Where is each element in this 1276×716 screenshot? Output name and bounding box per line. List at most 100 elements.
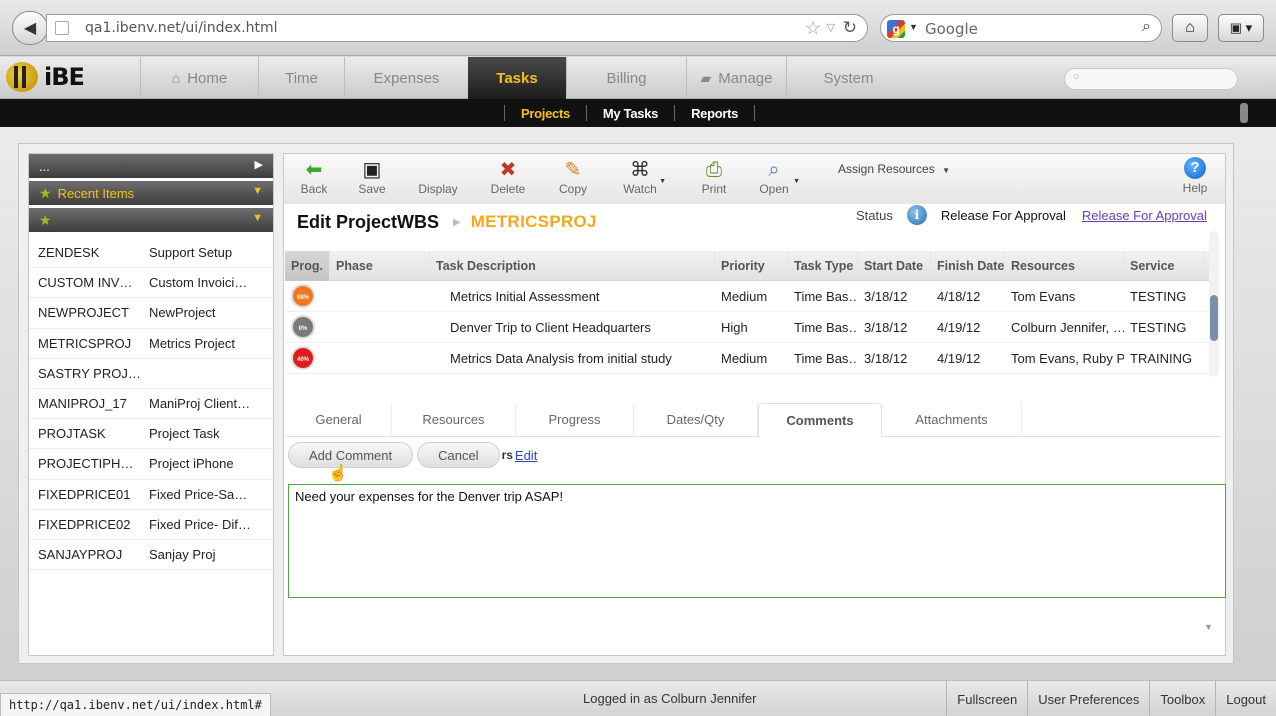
task-grid: Prog. Phase Task Description Priority Ta… — [285, 250, 1209, 374]
scroll-down-arrow-icon[interactable]: ▼ — [1204, 622, 1213, 632]
subnav-my-tasks[interactable]: My Tasks — [587, 106, 674, 121]
column-header[interactable]: Task Type — [788, 250, 858, 281]
cell-service: TRAINING — [1130, 350, 1193, 366]
sidebar-header-more[interactable]: ... ▶ — [29, 154, 273, 178]
tab-comments[interactable]: Comments — [758, 403, 882, 437]
column-header[interactable]: Task Description — [430, 250, 715, 281]
grid-scrollbar-thumb[interactable] — [1210, 295, 1218, 341]
progress-indicator: 68% — [291, 284, 315, 308]
home-icon[interactable]: ⌂ — [1172, 14, 1208, 42]
copy-button[interactable]: ✎ Copy — [545, 156, 601, 202]
url-text[interactable]: qa1.ibenv.net/ui/index.html — [85, 20, 278, 36]
release-for-approval-link[interactable]: Release For Approval — [1082, 208, 1207, 223]
web-search-placeholder[interactable]: Google — [925, 20, 978, 38]
hand-cursor-icon: ☝ — [328, 465, 348, 482]
address-bar[interactable]: qa1.ibenv.net/ui/index.html ☆ ▽ ↻ — [46, 14, 868, 42]
add-comment-button[interactable]: Add Comment — [288, 442, 414, 468]
search-engine-logo[interactable]: g — [887, 20, 905, 38]
open-dropdown-icon[interactable]: ▼ — [793, 178, 800, 185]
nav-billing[interactable]: Billing — [566, 57, 686, 99]
watch-dropdown-icon[interactable]: ▼ — [659, 178, 666, 185]
column-header[interactable]: Start Date — [858, 250, 931, 281]
list-item[interactable]: METRICSPROJ Metrics Project — [29, 329, 273, 359]
tab-attachments[interactable]: Attachments — [882, 403, 1022, 436]
list-item[interactable]: FIXEDPRICE02 Fixed Price- Dif… — [29, 510, 273, 540]
back-arrow-icon[interactable]: ◀ — [12, 11, 48, 45]
sidebar-header-recent[interactable]: ★ Recent Items ▼ — [29, 181, 273, 205]
detail-tabs: General Resources Progress Dates/Qty Com… — [286, 403, 1221, 437]
project-code: MANIPROJ_17 — [38, 396, 127, 412]
column-header[interactable]: Phase — [330, 250, 430, 281]
tab-dates-qty[interactable]: Dates/Qty — [634, 403, 758, 436]
nav-system[interactable]: System — [786, 57, 910, 99]
main-panel: ⬅ Back ▣ Save Display ✖ Delete ✎ Copy ⌘ … — [283, 153, 1226, 656]
column-header[interactable]: Priority — [715, 250, 788, 281]
back-arrow-icon: ⬅ — [305, 159, 323, 181]
comment-textarea[interactable]: Need your expenses for the Denver trip A… — [288, 484, 1226, 598]
edit-link[interactable]: Edit — [515, 448, 537, 463]
bookmark-star-icon[interactable]: ☆ — [805, 18, 821, 39]
list-item[interactable]: PROJTASK Project Task — [29, 419, 273, 450]
nav-manage[interactable]: ▰ Manage — [686, 57, 786, 99]
list-item[interactable]: SASTRY PROJ… — [29, 359, 273, 389]
web-search-box[interactable]: g ▼ Google ⌕ — [880, 14, 1162, 42]
tab-progress[interactable]: Progress — [516, 403, 634, 436]
main-nav: ⌂ Home Time Expenses Tasks Billing ▰ Man… — [140, 57, 910, 99]
assign-resources-menu[interactable]: Assign Resources ▼ — [838, 162, 950, 176]
toolbox-link[interactable]: Toolbox — [1149, 681, 1215, 716]
nav-tasks[interactable]: Tasks — [468, 57, 566, 99]
help-button[interactable]: ? Help — [1177, 157, 1213, 195]
sidebar-header-favorites[interactable]: ★ ▼ — [29, 208, 273, 232]
column-header[interactable]: Resources — [1005, 250, 1124, 281]
search-icon[interactable]: ⌕ — [1142, 18, 1151, 36]
column-header[interactable]: Finish Date — [931, 250, 1005, 281]
user-preferences-link[interactable]: User Preferences — [1027, 681, 1149, 716]
save-button[interactable]: ▣ Save — [344, 156, 400, 202]
history-dropdown-icon[interactable]: ▽ — [827, 21, 835, 34]
collapse-arrow-icon[interactable]: ▼ — [252, 212, 263, 224]
app-logo[interactable]: iBE — [6, 59, 85, 95]
list-item[interactable]: CUSTOM INV… Custom Invoici… — [29, 268, 273, 299]
app-footer: http://qa1.ibenv.net/ui/index.html# Logg… — [0, 680, 1276, 716]
reload-icon[interactable]: ↻ — [843, 18, 857, 38]
watch-button[interactable]: ⌘ Watch ▼ — [610, 156, 670, 202]
back-button[interactable]: ⬅ Back — [286, 156, 342, 202]
nav-expenses[interactable]: Expenses — [344, 57, 468, 99]
tab-general[interactable]: General — [286, 403, 392, 436]
table-row[interactable]: 0% Denver Trip to Client Headquarters Hi… — [285, 312, 1209, 343]
column-header[interactable]: Service — [1124, 250, 1204, 281]
subnav-projects[interactable]: Projects — [505, 106, 586, 121]
display-button[interactable]: Display — [410, 156, 466, 202]
project-code: FIXEDPRICE02 — [38, 516, 131, 532]
delete-button[interactable]: ✖ Delete — [480, 156, 536, 202]
tab-resources[interactable]: Resources — [392, 403, 516, 436]
table-row[interactable]: 40% Metrics Data Analysis from initial s… — [285, 343, 1209, 374]
expand-arrow-icon[interactable]: ▶ — [255, 158, 263, 171]
list-item[interactable]: PROJECTIPH… Project iPhone — [29, 449, 273, 480]
chevron-down-icon: ▼ — [942, 166, 950, 175]
list-item[interactable]: ZENDESK Support Setup — [29, 238, 273, 269]
cell-resources: Tom Evans, Ruby P — [1011, 350, 1124, 366]
nav-home[interactable]: ⌂ Home — [140, 57, 258, 99]
print-button[interactable]: ⎙ Print — [686, 156, 742, 202]
nav-time[interactable]: Time — [258, 57, 344, 99]
fullscreen-link[interactable]: Fullscreen — [946, 681, 1027, 716]
list-item[interactable]: NEWPROJECT NewProject — [29, 298, 273, 329]
grid-scrollbar[interactable] — [1209, 231, 1219, 377]
open-button[interactable]: ⌕ Open ▼ — [744, 156, 804, 202]
bookmarks-icon[interactable]: ▣ ▾ — [1218, 14, 1264, 42]
cancel-button[interactable]: Cancel — [417, 442, 500, 468]
list-item[interactable]: SANJAYPROJ Sanjay Proj — [29, 540, 273, 571]
app-search-input[interactable]: ○ — [1064, 68, 1238, 90]
collapse-arrow-icon[interactable]: ▼ — [252, 185, 263, 197]
page-scrollbar[interactable] — [1240, 103, 1248, 123]
column-header[interactable]: Prog. — [285, 250, 330, 281]
list-item[interactable]: FIXEDPRICE01 Fixed Price-Sa… — [29, 480, 273, 510]
project-code: NEWPROJECT — [38, 305, 129, 321]
table-row[interactable]: 68% Metrics Initial Assessment Medium Ti… — [285, 281, 1209, 312]
logout-link[interactable]: Logout — [1215, 681, 1276, 716]
list-item[interactable]: MANIPROJ_17 ManiProj Client… — [29, 389, 273, 420]
info-icon[interactable]: i — [906, 205, 927, 225]
subnav-reports[interactable]: Reports — [675, 106, 754, 121]
search-engine-dropdown-icon[interactable]: ▼ — [909, 22, 918, 32]
